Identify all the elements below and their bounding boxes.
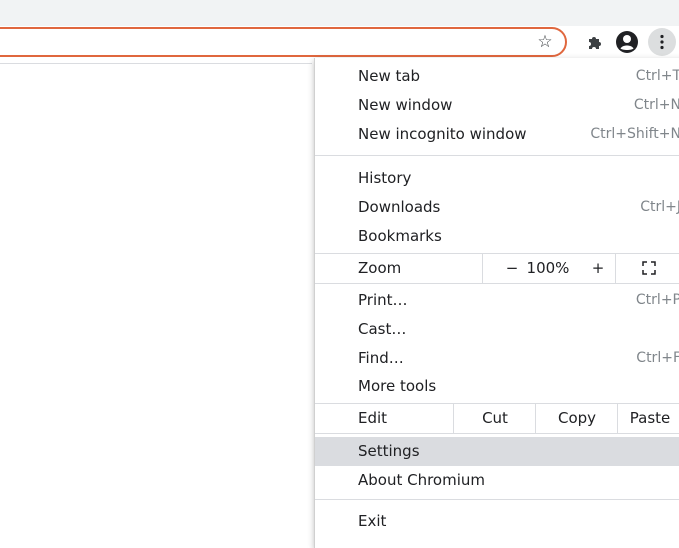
menu-item-label: Exit	[358, 512, 387, 530]
edit-label: Edit	[358, 409, 388, 427]
menu-item-downloads[interactable]: Downloads Ctrl+J	[315, 193, 679, 222]
menu-item-about-chromium[interactable]: About Chromium	[315, 466, 679, 495]
zoom-level: 100%	[513, 254, 583, 283]
profile-icon[interactable]	[614, 29, 640, 55]
menu-item-print[interactable]: Print… Ctrl+P	[315, 286, 679, 315]
menu-item-bookmarks[interactable]: Bookmarks	[315, 222, 679, 251]
menu-item-label: New tab	[358, 67, 421, 85]
menu-item-shortcut: Ctrl+T	[635, 68, 679, 84]
menu-item-label: Bookmarks	[358, 227, 442, 245]
zoom-label: Zoom	[358, 259, 402, 277]
zoom-plus-text: +	[591, 259, 605, 277]
zoom-row: Zoom − 100% +	[315, 254, 679, 283]
menu-item-label: New window	[358, 96, 453, 114]
zoom-level-text: 100%	[526, 259, 570, 277]
zoom-in-button[interactable]: +	[583, 254, 613, 283]
paste-button-label: Paste	[629, 409, 671, 427]
menu-item-label: Downloads	[358, 198, 441, 216]
menu-item-label: Find…	[358, 349, 404, 367]
menu-dots-icon[interactable]	[648, 28, 676, 56]
menu-item-new-tab[interactable]: New tab Ctrl+T	[315, 62, 679, 91]
cut-button-label: Cut	[482, 409, 508, 427]
browser-toolbar: ☆	[0, 0, 679, 65]
copy-button[interactable]: Copy	[535, 404, 618, 433]
menu-item-more-tools[interactable]: More tools	[315, 372, 679, 401]
fullscreen-icon	[642, 261, 656, 275]
menu-item-exit[interactable]: Exit	[315, 507, 679, 536]
menu-item-shortcut: Ctrl+F	[636, 350, 679, 366]
menu-item-shortcut: Ctrl+P	[635, 292, 679, 308]
toolbar-band	[0, 0, 679, 26]
menu-separator	[315, 155, 679, 156]
cut-button[interactable]: Cut	[453, 404, 536, 433]
menu-item-label: New incognito window	[358, 125, 527, 143]
menu-item-shortcut: Ctrl+N	[633, 97, 679, 113]
menu-item-label: Cast…	[358, 320, 407, 338]
menu-separator	[315, 283, 679, 284]
fullscreen-button[interactable]	[615, 254, 679, 283]
menu-item-label: History	[358, 169, 412, 187]
app-menu: New tab Ctrl+T New window Ctrl+N New inc…	[314, 58, 679, 548]
menu-separator	[315, 499, 679, 500]
toolbar-divider	[0, 63, 312, 64]
edit-row: Edit Cut Copy Paste	[315, 404, 679, 433]
address-bar[interactable]	[0, 27, 567, 57]
paste-button[interactable]: Paste	[617, 404, 679, 433]
menu-item-shortcut: Ctrl+J	[640, 199, 679, 215]
menu-item-new-window[interactable]: New window Ctrl+N	[315, 91, 679, 120]
menu-item-label: About Chromium	[358, 471, 486, 489]
menu-item-find[interactable]: Find… Ctrl+F	[315, 344, 679, 373]
menu-item-new-incognito-window[interactable]: New incognito window Ctrl+Shift+N	[315, 120, 679, 149]
menu-separator	[315, 433, 679, 434]
star-icon[interactable]: ☆	[534, 31, 556, 53]
copy-button-label: Copy	[557, 409, 597, 427]
menu-item-shortcut: Ctrl+Shift+N	[590, 126, 679, 142]
menu-item-history[interactable]: History	[315, 164, 679, 193]
menu-item-label: More tools	[358, 377, 437, 395]
menu-item-settings[interactable]: Settings	[315, 437, 679, 466]
menu-item-label: Settings	[358, 442, 420, 460]
menu-item-label: Print…	[358, 291, 408, 309]
extensions-icon[interactable]	[584, 31, 606, 53]
menu-item-cast[interactable]: Cast…	[315, 315, 679, 344]
